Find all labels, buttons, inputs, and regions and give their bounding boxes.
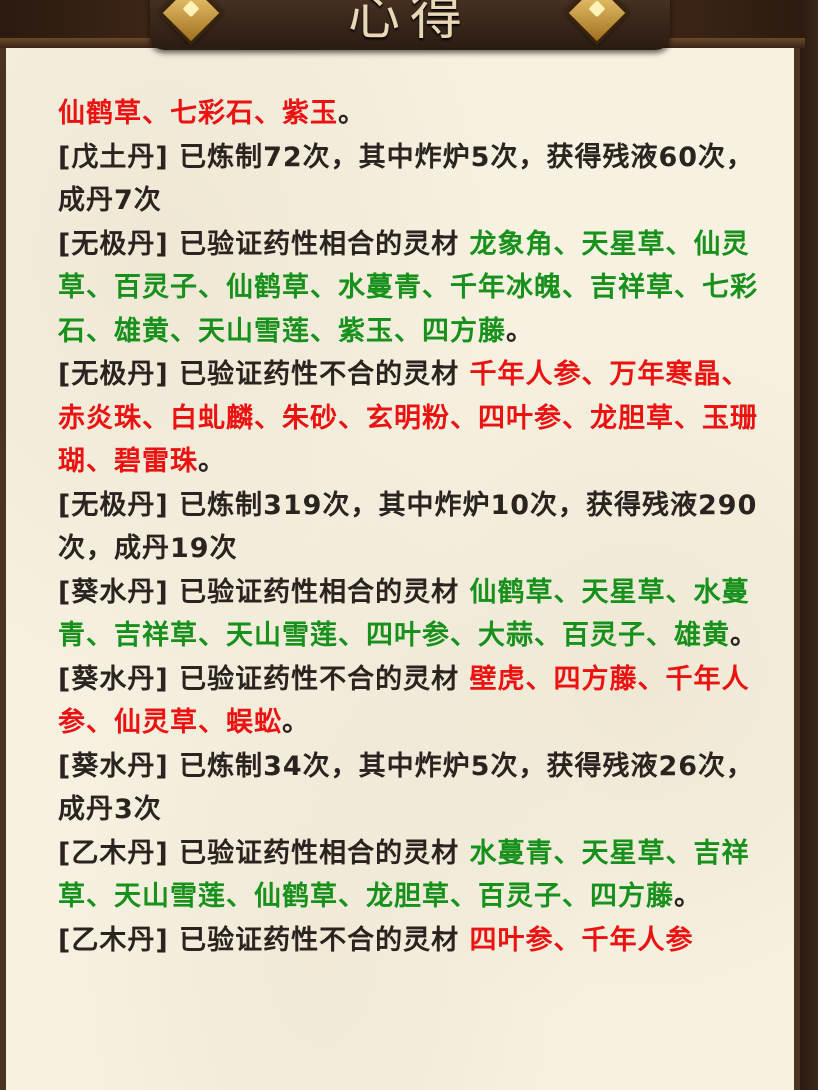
insight-entry: [无极丹] 已验证药性不合的灵材 千年人参、万年寒晶、赤炎珠、白虬麟、朱砂、玄明… [58,353,770,484]
entry-suffix: 。 [338,98,366,129]
incompatible-herbs: 仙鹤草、七彩石、紫玉 [58,98,338,129]
entry-suffix: 。 [282,707,310,738]
refine-stats: [无极丹] 已炼制319次，其中炸炉10次，获得残液290次，成丹19次 [58,489,758,565]
entry-suffix: 。 [198,446,226,477]
entry-suffix: 。 [730,620,758,651]
insight-entry: [葵水丹] 已验证药性不合的灵材 壁虎、四方藤、千年人参、仙灵草、蜈蚣。 [58,658,770,745]
scroll-right-edge [800,0,818,1090]
entry-prefix: [无极丹] 已验证药性相合的灵材 [58,228,470,260]
entry-prefix: [无极丹] 已验证药性不合的灵材 [58,359,470,390]
refine-stats: [葵水丹] 已炼制34次，其中炸炉5次，获得残液26次，成丹3次 [58,750,755,826]
insight-scroll-panel[interactable]: 仙鹤草、七彩石、紫玉。 [戊土丹] 已炼制72次，其中炸炉5次，获得残液60次，… [0,44,800,1090]
insight-entry: [葵水丹] 已炼制34次，其中炸炉5次，获得残液26次，成丹3次 [58,745,770,832]
insight-entry: 仙鹤草、七彩石、紫玉。 [58,92,770,136]
entry-prefix: [葵水丹] 已验证药性不合的灵材 [58,663,470,695]
refine-stats: [戊土丹] 已炼制72次，其中炸炉5次，获得残液60次，成丹7次 [58,141,755,217]
entry-suffix: 。 [506,315,534,347]
insight-entry: [戊土丹] 已炼制72次，其中炸炉5次，获得残液60次，成丹7次 [58,136,770,223]
insight-content[interactable]: 仙鹤草、七彩石、紫玉。 [戊土丹] 已炼制72次，其中炸炉5次，获得残液60次，… [58,92,770,962]
insight-entry: [无极丹] 已验证药性相合的灵材 龙象角、天星草、仙灵草、百灵子、仙鹤草、水蔓青… [58,223,770,354]
insight-entry: [无极丹] 已炼制319次，其中炸炉10次，获得残液290次，成丹19次 [58,484,770,571]
insight-entry: [葵水丹] 已验证药性相合的灵材 仙鹤草、天星草、水蔓青、吉祥草、天山雪莲、四叶… [58,571,770,658]
insight-entry: [乙木丹] 已验证药性不合的灵材 四叶参、千年人参 [58,919,770,963]
entry-prefix: [乙木丹] 已验证药性相合的灵材 [58,837,470,869]
insight-entry: [乙木丹] 已验证药性相合的灵材 水蔓青、天星草、吉祥草、天山雪莲、仙鹤草、龙胆… [58,832,770,919]
entry-prefix: [乙木丹] 已验证药性不合的灵材 [58,924,470,956]
incompatible-herbs: 四叶参、千年人参 [469,924,694,956]
entry-prefix: [葵水丹] 已验证药性相合的灵材 [58,576,470,608]
entry-suffix: 。 [674,881,702,912]
